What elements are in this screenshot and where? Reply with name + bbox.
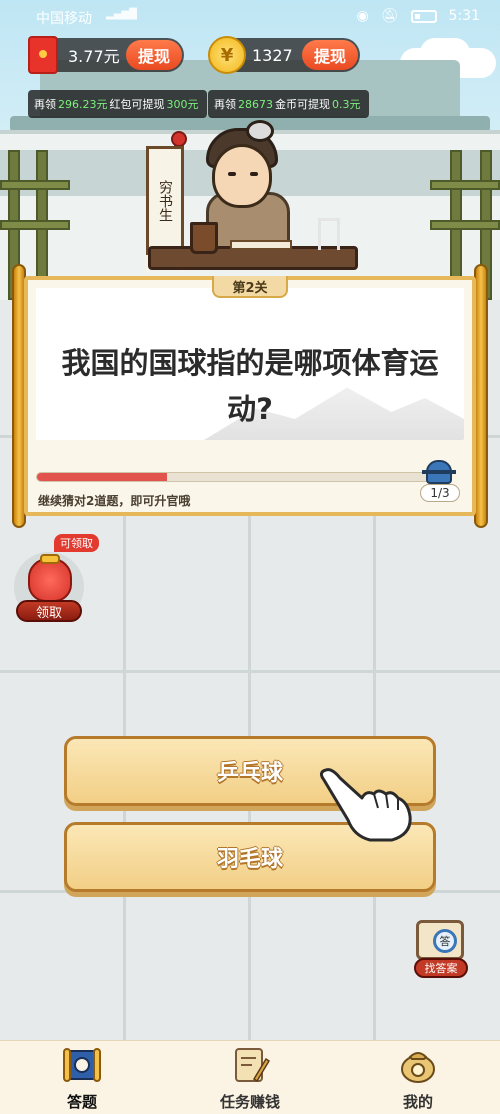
question-panel: 我国的国球指的是哪项体育运动? xyxy=(36,288,464,440)
tip-prefix: 再领 xyxy=(34,98,56,111)
signal-icon: ▂▄▆█ xyxy=(106,9,137,20)
brush-rack xyxy=(318,218,340,250)
tip-prefix: 再领 xyxy=(214,98,236,111)
scholar-avatar xyxy=(212,144,272,208)
task-pen-icon xyxy=(235,1048,270,1083)
scholar-bun xyxy=(246,120,274,142)
cash-withdraw-button[interactable]: 提现 xyxy=(125,40,182,70)
cash-progress-tip: 再领 296.23元 红包可提现 300元 xyxy=(28,90,207,118)
coin-balance-value: 1327 xyxy=(252,45,293,65)
scholar-eye xyxy=(228,172,236,176)
tip-coin-target: 0.3元 xyxy=(332,98,361,111)
level-progress-bar xyxy=(36,472,432,482)
official-hat-icon xyxy=(422,460,456,484)
tip-middle: 金币可提现 xyxy=(275,98,330,111)
nav-item-mine[interactable]: 我的 xyxy=(358,1041,478,1114)
nav-label-tasks: 任务赚钱 xyxy=(219,1093,280,1111)
tip-cash-target: 300元 xyxy=(166,98,199,111)
coin-icon: ¥ xyxy=(208,36,246,74)
claimable-tag: 可领取 xyxy=(54,534,99,552)
progress-count: 1/3 xyxy=(420,484,460,502)
nav-label-mine: 我的 xyxy=(402,1093,433,1111)
rank-sign: 穷书生 xyxy=(146,146,184,275)
coin-withdraw-button[interactable]: 提现 xyxy=(301,40,358,70)
status-bar: 中国移动 ▂▄▆█ ◉ 🔕︎ 5:31 xyxy=(0,0,500,34)
claim-button[interactable]: 领取 xyxy=(16,600,82,622)
pointing-hand-icon xyxy=(319,768,412,842)
nav-label-quiz: 答题 xyxy=(22,1091,142,1114)
clock-time: 5:31 xyxy=(448,8,480,24)
eye-icon: ◉ xyxy=(356,8,369,24)
red-packet-icon xyxy=(28,36,58,74)
find-answer-widget[interactable]: 答 找答案 xyxy=(414,920,468,980)
scholar-eye xyxy=(250,172,258,176)
bottom-nav: 答题 任务赚钱 我的 xyxy=(0,1040,500,1114)
tip-coin-amount: 28673 xyxy=(238,97,273,111)
tip-cash-amount: 296.23元 xyxy=(58,98,108,111)
cash-balance-value: 3.77元 xyxy=(68,47,120,66)
sign-ornament xyxy=(171,131,187,147)
answer-book-icon: 答 xyxy=(416,920,464,960)
tip-middle: 红包可提现 xyxy=(109,98,165,111)
question-card: 第2关 我国的国球指的是哪项体育运动? 1/3 继续猜对2道题，即可升官哦 xyxy=(24,276,476,516)
nav-item-quiz[interactable]: 答题 xyxy=(22,1041,142,1114)
scroll-icon xyxy=(63,1048,101,1082)
magnifier-icon: 答 xyxy=(433,929,457,953)
bag-tie xyxy=(40,554,60,564)
desk-paper xyxy=(230,240,292,250)
level-badge: 第2关 xyxy=(212,276,288,298)
reward-bag-widget[interactable]: 可领取 领取 xyxy=(14,534,99,622)
lucky-bag-icon xyxy=(28,558,72,602)
mute-icon: 🔕︎ xyxy=(380,8,399,24)
nav-item-tasks[interactable]: 任务赚钱 xyxy=(190,1041,310,1114)
coin-progress-tip: 再领 28673 金币可提现 0.3元 xyxy=(208,90,369,118)
promotion-hint: 继续猜对2道题，即可升官哦 xyxy=(38,494,191,508)
find-answer-button[interactable]: 找答案 xyxy=(414,958,468,978)
level-progress-fill xyxy=(37,473,168,481)
carrier-name: 中国移动 xyxy=(36,11,92,27)
scroll-rod-right xyxy=(474,264,488,528)
question-text: 我国的国球指的是哪项体育运动? xyxy=(61,346,439,426)
battery-icon xyxy=(410,9,437,23)
ink-bucket xyxy=(190,222,218,254)
money-bag-icon xyxy=(401,1052,435,1083)
